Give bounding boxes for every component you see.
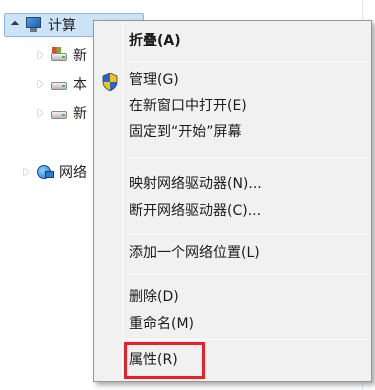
collapsed-arrow-icon[interactable] bbox=[36, 108, 46, 118]
tree-item-network[interactable]: 网络 bbox=[22, 160, 87, 184]
collapsed-arrow-icon[interactable] bbox=[36, 79, 46, 89]
menu-separator bbox=[128, 274, 368, 275]
computer-icon bbox=[25, 17, 43, 33]
uac-shield-icon bbox=[102, 73, 118, 91]
tree-item-label: 新 bbox=[73, 106, 87, 122]
menu-gutter-divider bbox=[122, 23, 123, 379]
menu-item-open-new-window[interactable]: 在新窗口中打开(E) bbox=[129, 94, 247, 118]
menu-item-collapse[interactable]: 折叠(A) bbox=[129, 29, 181, 53]
properties-highlight-box bbox=[124, 342, 205, 379]
drive-icon bbox=[50, 76, 68, 92]
menu-item-manage[interactable]: 管理(G) bbox=[129, 68, 179, 92]
tree-item-label: 网络 bbox=[59, 165, 87, 181]
menu-item-delete[interactable]: 删除(D) bbox=[129, 285, 179, 309]
tree-item-drive-2[interactable]: 本 bbox=[36, 72, 87, 96]
menu-item-disconnect-network-drive[interactable]: 断开网络驱动器(C)... bbox=[129, 199, 261, 223]
system-drive-icon bbox=[50, 47, 68, 63]
menu-item-rename[interactable]: 重命名(M) bbox=[129, 312, 194, 336]
collapsed-arrow-icon[interactable] bbox=[36, 50, 46, 60]
menu-item-pin-to-start[interactable]: 固定到“开始”屏幕 bbox=[129, 120, 242, 144]
menu-separator bbox=[128, 157, 368, 158]
network-icon bbox=[36, 164, 54, 180]
menu-item-add-network-location[interactable]: 添加一个网络位置(L) bbox=[129, 241, 260, 265]
collapsed-arrow-icon[interactable] bbox=[22, 167, 32, 177]
tree-item-drive-3[interactable]: 新 bbox=[36, 101, 87, 125]
menu-separator bbox=[128, 234, 368, 235]
tree-item-drive-1[interactable]: 新 bbox=[36, 43, 87, 67]
expand-arrow-icon[interactable] bbox=[11, 20, 21, 30]
context-menu: 折叠(A) 管理(G) 在新窗口中打开(E) 固定到“开始”屏幕 映射网络驱动器… bbox=[93, 20, 372, 382]
tree-item-label: 新 bbox=[73, 48, 87, 64]
tree-item-label: 计算 bbox=[48, 18, 76, 34]
drive-icon bbox=[50, 105, 68, 121]
menu-separator bbox=[128, 339, 368, 340]
menu-item-map-network-drive[interactable]: 映射网络驱动器(N)... bbox=[129, 172, 262, 196]
tree-item-label: 本 bbox=[73, 77, 87, 93]
menu-separator bbox=[128, 61, 368, 62]
